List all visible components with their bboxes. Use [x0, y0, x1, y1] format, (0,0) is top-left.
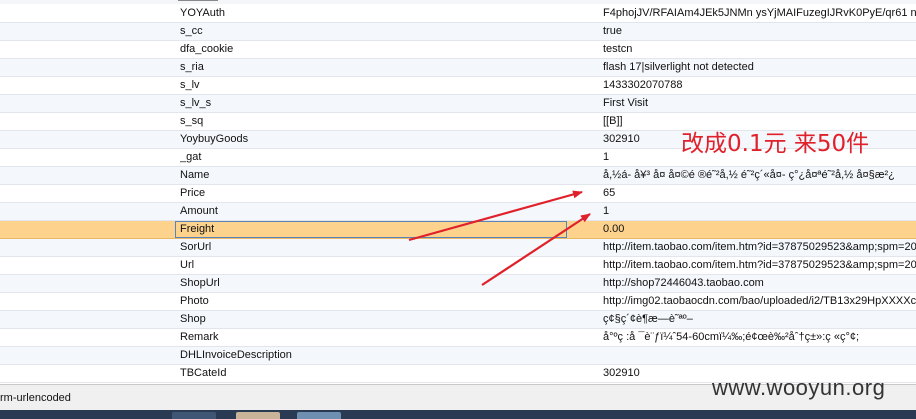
param-key: s_ria [180, 61, 204, 73]
param-row-sorurl[interactable]: SorUrl http://item.taobao.com/item.htm?id… [0, 239, 916, 257]
param-key: s_cc [180, 25, 203, 37]
param-value [603, 347, 916, 364]
param-key: s_lv_s [180, 97, 212, 109]
param-value: true [603, 25, 622, 37]
param-key: Remark [180, 331, 219, 343]
param-value: 0.00 [603, 223, 625, 235]
taskbar-app-icon[interactable] [172, 412, 216, 419]
table-top-edge [0, 0, 916, 4]
param-value: ç¢§ç´¢è¶æ—è˜ªº– [603, 313, 693, 325]
param-key: Price [180, 187, 206, 199]
param-key: Url [180, 259, 195, 271]
param-row-freight[interactable]: Freight 0.00 [0, 221, 916, 239]
param-key: DHLInvoiceDescription [180, 349, 292, 361]
request-params-viewer: YOYAuth F4phojJV/RFAIAm4JEk5JNMn ysYjMAIF… [0, 0, 916, 419]
param-value: First Visit [603, 97, 649, 109]
param-value: flash 17|silverlight not detected [603, 61, 754, 73]
param-row-amount[interactable]: Amount 1 [0, 203, 916, 221]
param-row-yoyauth[interactable]: YOYAuth F4phojJV/RFAIAm4JEk5JNMn ysYjMAIF… [0, 5, 916, 23]
param-key: Shop [180, 313, 206, 325]
taskbar-app-icon[interactable] [236, 412, 280, 419]
param-key: ShopUrl [180, 277, 220, 289]
param-key: Name [180, 169, 210, 181]
param-row-s-ria[interactable]: s_ria flash 17|silverlight not detected [0, 59, 916, 77]
param-row-name[interactable]: Name å,½á- å¥³ å¤ å¤©é ®é˜²å,½ é˜²ç´«å¤- … [0, 167, 916, 185]
content-type-label: rm-urlencoded [0, 392, 71, 404]
param-value: http://item.taobao.com/item.htm?id=37875… [603, 259, 916, 271]
param-key: SorUrl [180, 241, 212, 253]
params-table: YOYAuth F4phojJV/RFAIAm4JEk5JNMn ysYjMAIF… [0, 0, 916, 384]
param-value: 1 [603, 205, 610, 217]
param-key: Freight [175, 221, 567, 238]
param-row-dfa-cookie[interactable]: dfa_cookie testcn [0, 41, 916, 59]
param-key: YoybuyGoods [180, 133, 249, 145]
cut-off-row-fragment [178, 0, 218, 3]
param-key: Photo [180, 295, 209, 307]
param-key: _gat [180, 151, 202, 163]
param-row-shop[interactable]: Shop ç¢§ç´¢è¶æ—è˜ªº– [0, 311, 916, 329]
taskbar-app-icon[interactable] [297, 412, 341, 419]
red-annotation-text: 改成0.1元 来50件 [681, 131, 870, 157]
taskbar [0, 410, 916, 419]
param-row-dhlinvoicedescription[interactable]: DHLInvoiceDescription [0, 347, 916, 365]
param-value: F4phojJV/RFAIAm4JEk5JNMn ysYjMAIFuzegIJR… [603, 7, 916, 19]
param-row-remark[interactable]: Remark å°ºç :å ¯è¨ƒï¼ˆ54-60cmï¼‰;é¢œè‰²åˆ… [0, 329, 916, 347]
wooyun-watermark: www.wooyun.org [712, 375, 886, 400]
param-key: Amount [180, 205, 218, 217]
param-key: dfa_cookie [180, 43, 234, 55]
param-value: 65 [603, 187, 616, 199]
param-row-url[interactable]: Url http://item.taobao.com/item.htm?id=37… [0, 257, 916, 275]
param-key: s_sq [180, 115, 204, 127]
param-value: testcn [603, 43, 633, 55]
param-value: å,½á- å¥³ å¤ å¤©é ®é˜²å,½ é˜²ç´«å¤- ç°¿å… [603, 169, 895, 181]
param-row-photo[interactable]: Photo http://img02.taobaocdn.com/bao/uplo… [0, 293, 916, 311]
param-key: YOYAuth [180, 7, 226, 19]
param-value: http://img02.taobaocdn.com/bao/uploaded/… [603, 295, 916, 307]
param-value: 1433302070788 [603, 79, 683, 91]
param-row-shopurl[interactable]: ShopUrl http://shop72446043.taobao.com [0, 275, 916, 293]
param-row-s-lv-s[interactable]: s_lv_s First Visit [0, 95, 916, 113]
param-value: http://shop72446043.taobao.com [603, 277, 764, 289]
param-row-price[interactable]: Price 65 [0, 185, 916, 203]
param-key: TBCateId [180, 367, 227, 379]
param-value: å°ºç :å ¯è¨ƒï¼ˆ54-60cmï¼‰;é¢œè‰²åˆ†ç±»:ç… [603, 331, 860, 343]
param-key: s_lv [180, 79, 200, 91]
param-row-s-cc[interactable]: s_cc true [0, 23, 916, 41]
param-row-s-lv[interactable]: s_lv 1433302070788 [0, 77, 916, 95]
param-value: http://item.taobao.com/item.htm?id=37875… [603, 241, 916, 253]
